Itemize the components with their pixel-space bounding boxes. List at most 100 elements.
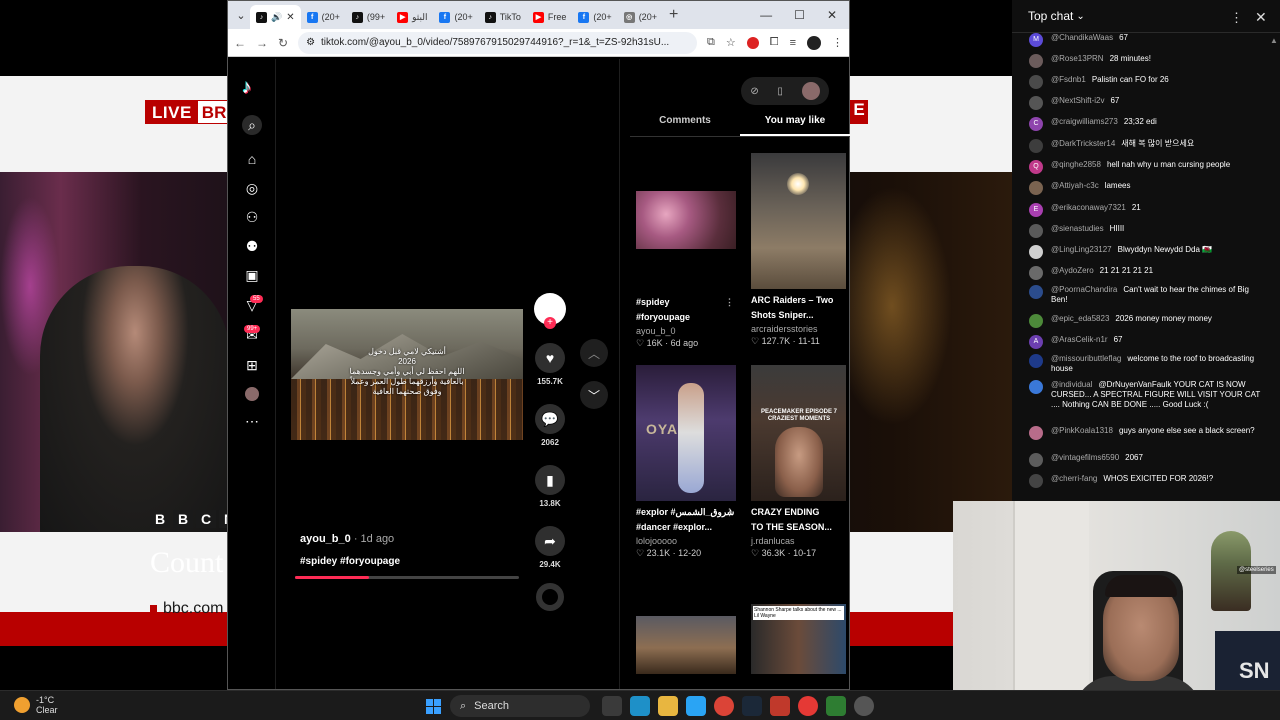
chat-message[interactable]: M @ChandikaWaas 67 [1029, 33, 1265, 47]
chat-avatar[interactable] [1029, 245, 1043, 259]
chat-avatar[interactable] [1029, 139, 1043, 153]
weather-widget[interactable]: -1°C Clear [14, 695, 58, 715]
chat-author[interactable]: @ChandikaWaas [1051, 33, 1113, 42]
browser-tab[interactable]: ▶ البثو [391, 5, 433, 29]
chat-author[interactable]: @cherri-fang [1051, 474, 1097, 483]
chat-message[interactable]: @individual @DrNuyenVanFaulk YOUR CAT IS … [1029, 380, 1265, 410]
post-hashtags[interactable]: #spidey #foryoupage [300, 556, 400, 567]
next-video-icon[interactable]: ﹀ [580, 381, 608, 409]
chat-author[interactable]: @individual [1051, 380, 1092, 389]
chat-author[interactable]: @craigwilliams273 [1051, 117, 1118, 126]
chat-avatar[interactable] [1029, 453, 1043, 467]
chat-author[interactable]: @vintagefilms6590 [1051, 453, 1119, 462]
home-icon[interactable]: ⌂ [242, 149, 262, 169]
profile-avatar[interactable] [801, 82, 820, 100]
recommended-video[interactable]: Shannon Sharpe talks about the new ... L… [751, 604, 846, 674]
chat-author[interactable]: @DarkTrickster14 [1051, 139, 1115, 148]
chat-author[interactable]: @Rose13PRN [1051, 54, 1104, 63]
back-icon[interactable]: ← [234, 36, 246, 50]
minimize-icon[interactable]: — [760, 8, 772, 22]
taskbar-search[interactable]: ⌕ Search [450, 695, 590, 717]
chat-message[interactable]: @epic_eda5823 2026 money money money [1029, 314, 1265, 328]
tiktok-logo-icon[interactable]: ♪ [242, 77, 252, 99]
chat-author[interactable]: @Attiyah-c3c [1051, 181, 1099, 190]
tab-search-icon[interactable]: ⌄ [232, 9, 250, 22]
share-icon[interactable]: ➦ [535, 526, 565, 556]
url-field[interactable]: ⚙ tiktok.com/@ayou_b_0/video/75897679150… [298, 31, 698, 54]
chat-avatar[interactable] [1029, 380, 1043, 394]
chat-avatar[interactable] [1029, 75, 1043, 89]
chat-message[interactable]: @PinkKoala1318 guys anyone else see a bla… [1029, 426, 1265, 440]
edge-icon[interactable] [630, 696, 650, 716]
tab-comments[interactable]: Comments [630, 115, 740, 136]
new-tab-button[interactable]: + [669, 6, 678, 24]
chat-author[interactable]: @Fsdnb1 [1051, 75, 1086, 84]
more-options-icon[interactable]: ⋮ [1230, 10, 1243, 26]
chat-mode-dropdown[interactable]: Top chat [1028, 9, 1073, 23]
chat-avatar[interactable] [1029, 314, 1043, 328]
chat-avatar[interactable]: E [1029, 203, 1043, 217]
media-controls-icon[interactable]: ≡ [790, 37, 796, 49]
store-icon[interactable] [686, 696, 706, 716]
compass-icon[interactable]: ⊘ [750, 86, 758, 97]
chat-avatar[interactable] [1029, 474, 1043, 488]
close-window-icon[interactable]: ✕ [827, 8, 837, 22]
tab-you-may-like[interactable]: You may like [740, 115, 850, 136]
chat-avatar[interactable] [1029, 426, 1043, 440]
chat-avatar[interactable] [1029, 285, 1043, 299]
chat-avatar[interactable] [1029, 354, 1043, 368]
profile-avatar[interactable] [242, 384, 262, 404]
extension-record-icon[interactable] [746, 36, 759, 49]
task-view-icon[interactable] [602, 696, 622, 716]
chat-message[interactable]: @NextShift-i2v 67 [1029, 96, 1265, 110]
close-tab-icon[interactable]: ✕ [286, 12, 294, 23]
cast-icon[interactable]: ⧉ [707, 36, 715, 49]
chat-message[interactable]: @PoornaChandira Can't wait to hear the ch… [1029, 285, 1265, 305]
chat-message[interactable]: @sienastudies HIIII [1029, 224, 1265, 238]
post-author[interactable]: ayou_b_0 · 1d ago [300, 533, 394, 545]
chat-avatar[interactable] [1029, 54, 1043, 68]
recommended-video[interactable]: ARC Raiders – Two Shots Sniper... arcraid… [751, 153, 846, 347]
recommended-video[interactable] [636, 616, 736, 674]
browser-tab[interactable]: f (20+ [572, 5, 617, 29]
chat-author[interactable]: @sienastudies [1051, 224, 1104, 233]
chat-author[interactable]: @ArasCelik-n1r [1051, 335, 1108, 344]
chat-message[interactable]: @Fsdnb1 Palistin can FO for 26 [1029, 75, 1265, 89]
photos-icon[interactable] [770, 696, 790, 716]
browser-tab[interactable]: ♪ TikTo [479, 5, 527, 29]
site-info-icon[interactable]: ⚙ [306, 37, 315, 48]
more-options-icon[interactable]: ⋮ [725, 505, 734, 520]
steam-icon[interactable] [742, 696, 762, 716]
record-app-icon[interactable] [798, 696, 818, 716]
maximize-icon[interactable]: ☐ [794, 8, 805, 22]
recommended-video[interactable]: #spidey ⋮ #foryoupage ayou_b_0 ♡ 16K · 6d … [636, 153, 736, 349]
chat-author[interactable]: @PoornaChandira [1051, 285, 1117, 294]
chat-message[interactable]: E @erikaconaway7321 21 [1029, 203, 1265, 217]
chat-avatar[interactable] [1029, 224, 1043, 238]
following-icon[interactable]: ⚇ [242, 207, 262, 227]
live-icon[interactable]: ▣ [242, 265, 262, 285]
chat-message[interactable]: @Attiyah-c3c lamees [1029, 181, 1265, 195]
author-avatar[interactable] [534, 293, 566, 329]
search-icon[interactable]: ⌕ [242, 115, 262, 135]
chat-author[interactable]: @LingLing23127 [1051, 245, 1112, 254]
file-explorer-icon[interactable] [658, 696, 678, 716]
chat-message[interactable]: Q @qinghe2858 hell nah why u man cursing p… [1029, 160, 1265, 174]
browser-menu-icon[interactable]: ⋮ [832, 36, 843, 49]
previous-video-icon[interactable]: ︿ [580, 339, 608, 367]
chat-message[interactable]: @vintagefilms6590 2067 [1029, 453, 1265, 467]
chat-author[interactable]: @qinghe2858 [1051, 160, 1101, 169]
chat-avatar[interactable]: A [1029, 335, 1043, 349]
chat-author[interactable]: @PinkKoala1318 [1051, 426, 1113, 435]
bookmark-icon[interactable]: ▮ [535, 465, 565, 495]
chat-avatar[interactable] [1029, 181, 1043, 195]
chat-author[interactable]: @AydoZero [1051, 266, 1094, 275]
music-disc-icon[interactable] [536, 583, 564, 611]
device-icon[interactable]: ▯ [777, 86, 783, 97]
chat-message[interactable]: @LingLing23127 Blwyddyn Newydd Dda 🏴󠁧󠁢󠁷󠁬󠁳… [1029, 245, 1265, 259]
chrome-icon[interactable] [714, 696, 734, 716]
browser-tab[interactable]: ◎ (20+ [618, 5, 663, 29]
chat-message[interactable]: @DarkTrickster14 새해 복 많이 받으세요 [1029, 139, 1265, 153]
chevron-down-icon[interactable]: ⌄ [1076, 11, 1084, 22]
chat-avatar[interactable]: C [1029, 117, 1043, 131]
